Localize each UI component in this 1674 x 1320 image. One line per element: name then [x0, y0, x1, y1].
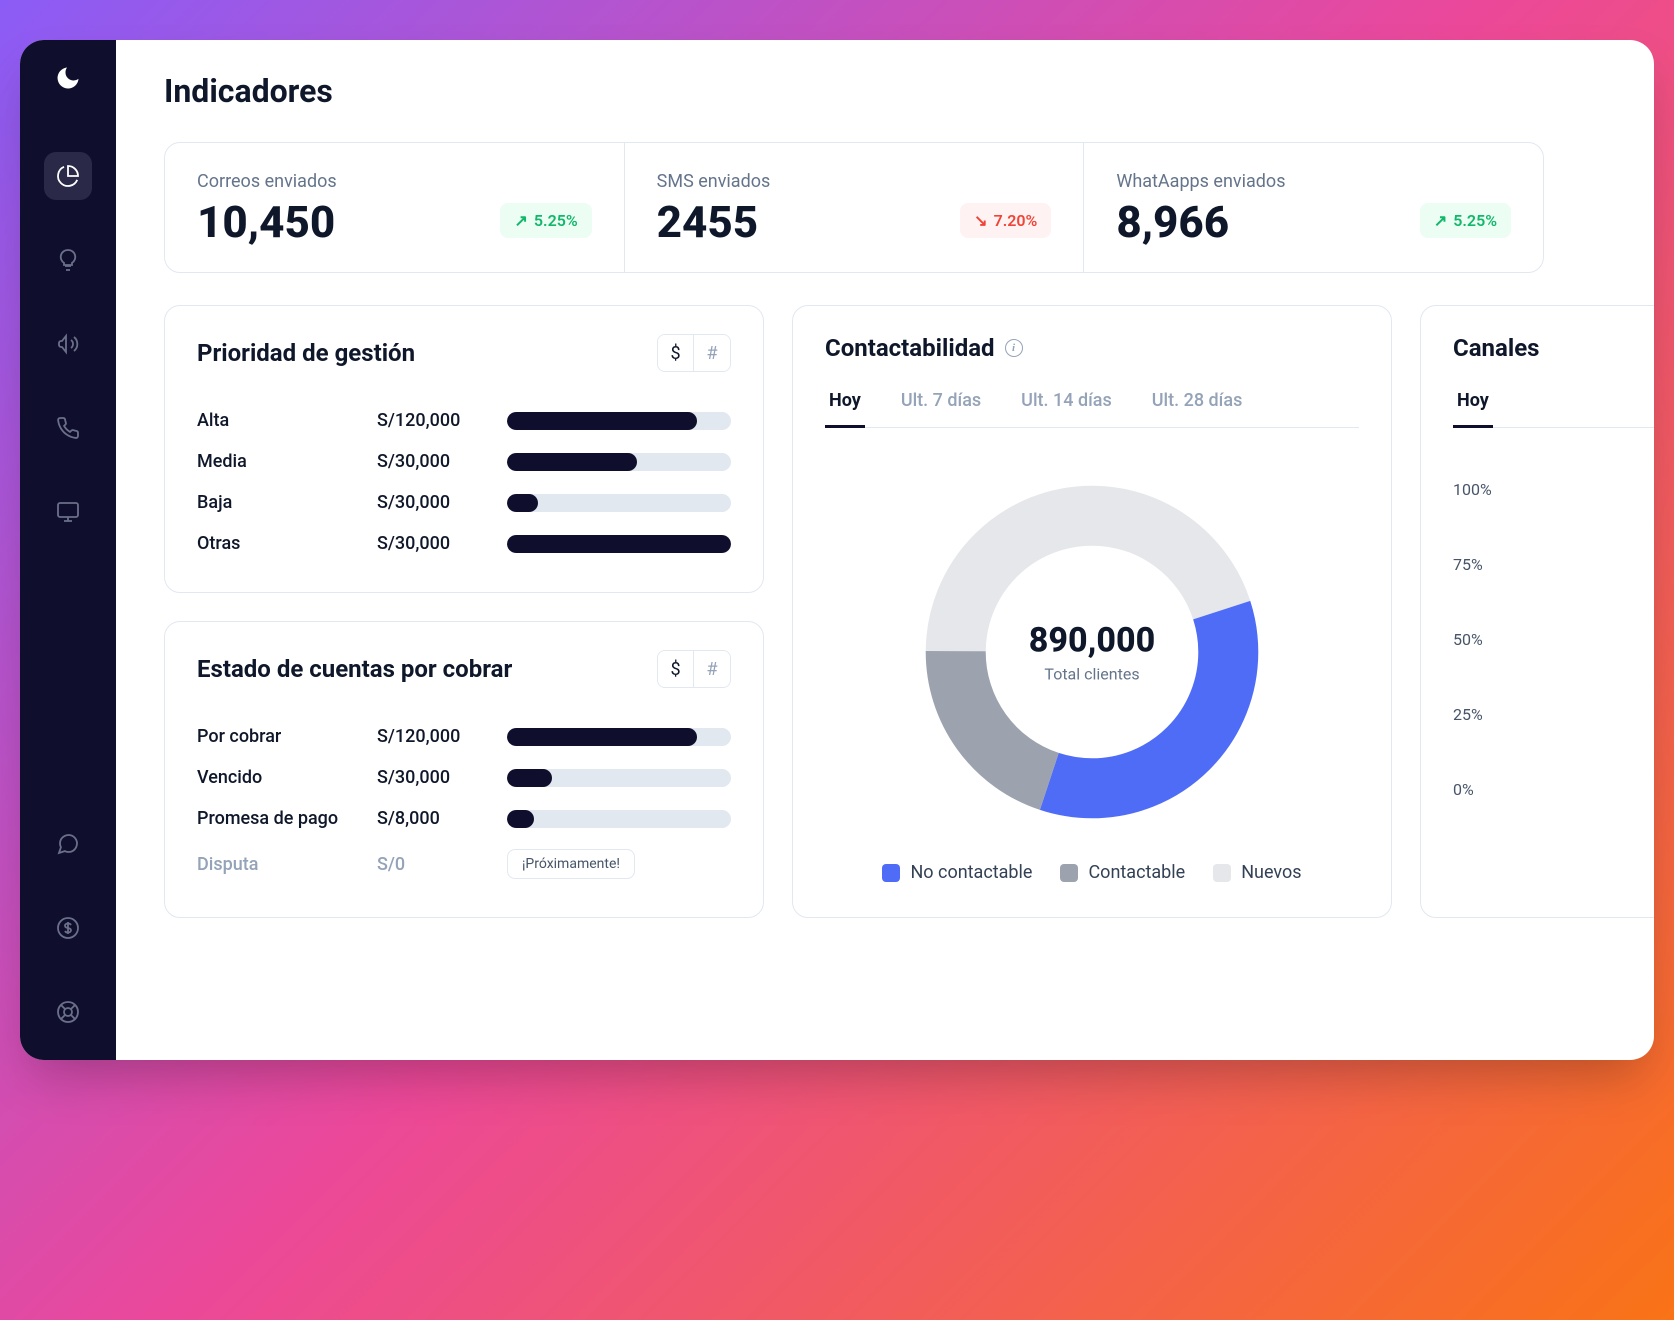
sidebar-item-dashboard[interactable] — [44, 152, 92, 200]
channels-tabs: Hoy — [1453, 390, 1654, 428]
toggle-count[interactable]: # — [694, 335, 730, 371]
coming-soon-badge: ¡Próximamente! — [507, 849, 635, 879]
tab-28days[interactable]: Ult. 28 días — [1148, 390, 1247, 428]
card-title: Estado de cuentas por cobrar — [197, 655, 512, 683]
pie-chart-icon — [56, 164, 80, 188]
toggle-currency[interactable]: $ — [658, 335, 694, 371]
toggle-group: $ # — [657, 334, 731, 372]
sidebar-nav-bottom — [44, 820, 92, 1036]
tab-7days[interactable]: Ult. 7 días — [897, 390, 985, 428]
bar-row: Promesa de pago S/8,000 — [197, 798, 731, 839]
kpi-label: WhatAapps enviados — [1116, 171, 1285, 192]
legend-item: No contactable — [882, 862, 1032, 883]
kpi-row: Correos enviados 10,450 ↗ 5.25% SMS envi… — [164, 142, 1544, 273]
dollar-circle-icon — [56, 916, 80, 940]
kpi-whatsapp: WhatAapps enviados 8,966 ↗ 5.25% — [1084, 143, 1543, 272]
donut-center: 890,000 Total clientes — [1029, 621, 1155, 684]
bar-row: Alta S/120,000 — [197, 400, 731, 441]
card-title: Prioridad de gestión — [197, 339, 415, 367]
life-buoy-icon — [56, 1000, 80, 1024]
arrow-up-right-icon: ↗ — [514, 211, 527, 230]
bar-row: Disputa S/0 ¡Próximamente! — [197, 839, 731, 889]
donut-legend: No contactable Contactable Nuevos — [882, 862, 1301, 883]
legend-item: Contactable — [1060, 862, 1185, 883]
donut-chart: 890,000 Total clientes No contactable Co… — [825, 452, 1359, 883]
content-row: Prioridad de gestión $ # Alta S/120,000 … — [164, 305, 1654, 918]
bar-row: Por cobrar S/120,000 — [197, 716, 731, 757]
legend-swatch — [882, 864, 900, 882]
main-content: Indicadores Correos enviados 10,450 ↗ 5.… — [116, 40, 1654, 1060]
kpi-value: 10,450 — [197, 200, 337, 244]
page-title: Indicadores — [164, 72, 1654, 110]
bar-row: Otras S/30,000 — [197, 523, 731, 564]
axis-label: 75% — [1453, 527, 1654, 602]
kpi-label: SMS enviados — [657, 171, 771, 192]
kpi-delta: ↗ 5.25% — [1420, 203, 1511, 238]
sidebar-item-billing[interactable] — [44, 904, 92, 952]
kpi-delta: ↘ 7.20% — [960, 203, 1051, 238]
kpi-emails: Correos enviados 10,450 ↗ 5.25% — [165, 143, 625, 272]
card-title: Canales — [1453, 334, 1539, 362]
kpi-label: Correos enviados — [197, 171, 337, 192]
bar-row: Media S/30,000 — [197, 441, 731, 482]
sidebar-nav-top — [44, 152, 92, 820]
kpi-delta: ↗ 5.25% — [500, 203, 591, 238]
tab-hoy[interactable]: Hoy — [825, 390, 865, 428]
legend-swatch — [1060, 864, 1078, 882]
contactability-tabs: Hoy Ult. 7 días Ult. 14 días Ult. 28 día… — [825, 390, 1359, 428]
legend-swatch — [1213, 864, 1231, 882]
sidebar-item-calls[interactable] — [44, 404, 92, 452]
tab-hoy[interactable]: Hoy — [1453, 390, 1493, 428]
sidebar-item-campaigns[interactable] — [44, 320, 92, 368]
priority-card: Prioridad de gestión $ # Alta S/120,000 … — [164, 305, 764, 593]
kpi-value: 8,966 — [1116, 200, 1285, 244]
arrow-down-right-icon: ↘ — [974, 211, 987, 230]
toggle-currency[interactable]: $ — [658, 651, 694, 687]
phone-icon — [56, 416, 80, 440]
lightbulb-icon — [56, 248, 80, 272]
contactability-card: Contactabilidad i Hoy Ult. 7 días Ult. 1… — [792, 305, 1392, 918]
tab-14days[interactable]: Ult. 14 días — [1017, 390, 1116, 428]
chat-icon — [56, 832, 80, 856]
sidebar-item-desktop[interactable] — [44, 488, 92, 536]
kpi-value: 2455 — [657, 200, 771, 244]
bar-row: Baja S/30,000 — [197, 482, 731, 523]
logo-moon-icon — [54, 64, 82, 92]
monitor-icon — [56, 500, 80, 524]
arrow-up-right-icon: ↗ — [1434, 211, 1447, 230]
megaphone-icon — [56, 332, 80, 356]
axis-label: 25% — [1453, 677, 1654, 752]
sidebar — [20, 40, 116, 1060]
info-icon[interactable]: i — [1005, 339, 1023, 357]
kpi-sms: SMS enviados 2455 ↘ 7.20% — [625, 143, 1085, 272]
sidebar-item-help[interactable] — [44, 988, 92, 1036]
axis-label: 0% — [1453, 752, 1654, 827]
channels-card: Canales Hoy 100% 75% 50% 25% 0% — [1420, 305, 1654, 918]
left-column: Prioridad de gestión $ # Alta S/120,000 … — [164, 305, 764, 918]
sidebar-item-ideas[interactable] — [44, 236, 92, 284]
toggle-group: $ # — [657, 650, 731, 688]
channels-axis: 100% 75% 50% 25% 0% — [1453, 452, 1654, 827]
bar-row: Vencido S/30,000 — [197, 757, 731, 798]
accounts-card: Estado de cuentas por cobrar $ # Por cob… — [164, 621, 764, 918]
donut-total-value: 890,000 — [1029, 621, 1155, 661]
axis-label: 50% — [1453, 602, 1654, 677]
app-window: Indicadores Correos enviados 10,450 ↗ 5.… — [20, 40, 1654, 1060]
legend-item: Nuevos — [1213, 862, 1301, 883]
donut-total-label: Total clientes — [1029, 665, 1155, 684]
toggle-count[interactable]: # — [694, 651, 730, 687]
axis-label: 100% — [1453, 452, 1654, 527]
card-title: Contactabilidad i — [825, 334, 1023, 362]
sidebar-item-chat[interactable] — [44, 820, 92, 868]
